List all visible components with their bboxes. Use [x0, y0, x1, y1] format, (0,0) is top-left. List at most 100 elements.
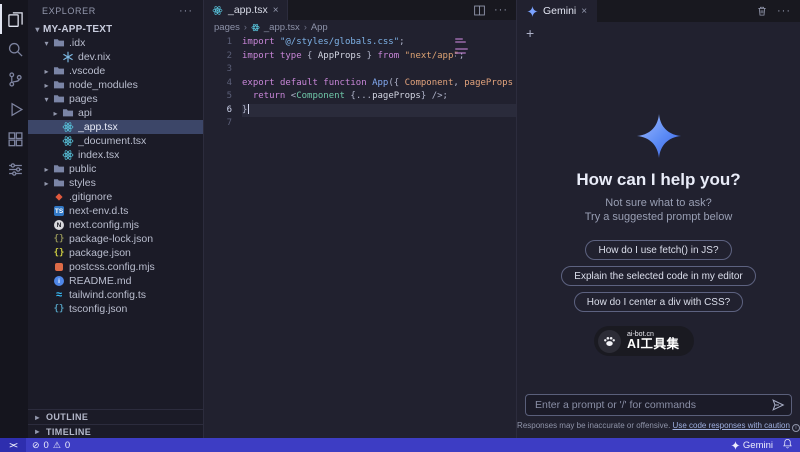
- code-line[interactable]: [242, 63, 516, 77]
- extensions-icon[interactable]: [0, 124, 28, 154]
- send-icon[interactable]: [771, 398, 785, 412]
- tree-item-label: .vscode: [69, 65, 105, 77]
- code-line[interactable]: }: [242, 104, 516, 118]
- tree-item-styles[interactable]: ▸styles: [28, 176, 203, 190]
- outline-section[interactable]: ▸ OUTLINE: [28, 410, 203, 424]
- code-line[interactable]: import type { AppProps } from "next/app"…: [242, 50, 516, 64]
- split-editor-icon[interactable]: [473, 4, 486, 17]
- prompt-input[interactable]: [525, 394, 792, 416]
- breadcrumb[interactable]: pages › _app.tsx › App: [204, 20, 516, 34]
- tree-item-my-app-text[interactable]: ▾MY-APP-TEXT: [28, 22, 203, 36]
- info-icon: i: [52, 276, 66, 286]
- nix-icon: [61, 51, 75, 63]
- tree-item-package-lock-json[interactable]: {}package-lock.json: [28, 232, 203, 246]
- warning-icon: ⚠: [53, 440, 61, 451]
- folder-icon: [52, 177, 66, 189]
- tree-item-next-config-mjs[interactable]: Nnext.config.mjs: [28, 218, 203, 232]
- chevron-right-icon: ›: [304, 22, 307, 32]
- breadcrumb-symbol[interactable]: App: [311, 22, 328, 33]
- gemini-status-item[interactable]: Gemini: [731, 440, 773, 451]
- code-editor[interactable]: 1234567 import "@/styles/globals.css";im…: [204, 34, 516, 438]
- gemini-spark-icon: [527, 6, 538, 17]
- trash-icon[interactable]: [756, 5, 768, 17]
- tree-item-public[interactable]: ▸public: [28, 162, 203, 176]
- close-icon[interactable]: ×: [273, 5, 279, 16]
- explorer-more-icon[interactable]: ···: [179, 5, 193, 17]
- line-number: 2: [204, 50, 232, 64]
- git-icon: [52, 191, 66, 203]
- breadcrumb-file[interactable]: _app.tsx: [264, 22, 300, 33]
- search-icon[interactable]: [0, 34, 28, 64]
- ts-icon: TS: [52, 206, 66, 216]
- tree-item-tailwind-config-ts[interactable]: ≈tailwind.config.ts: [28, 288, 203, 302]
- line-number: 5: [204, 90, 232, 104]
- problems-indicator[interactable]: ⊘ 0 ⚠ 0: [26, 440, 70, 451]
- run-debug-icon[interactable]: [0, 94, 28, 124]
- explorer-header: EXPLORER ···: [28, 0, 203, 22]
- tree-item-label: api: [78, 107, 92, 119]
- code-line[interactable]: import "@/styles/globals.css";: [242, 36, 516, 50]
- json-dim-icon: {}: [52, 234, 66, 244]
- remote-indicator[interactable]: ><: [0, 438, 26, 452]
- suggested-prompt-chip[interactable]: How do I center a div with CSS?: [574, 292, 743, 312]
- source-control-icon[interactable]: [0, 64, 28, 94]
- tree-item-dev-nix[interactable]: dev.nix: [28, 50, 203, 64]
- code-line[interactable]: export default function App({ Component,…: [242, 77, 516, 91]
- tab-gemini[interactable]: Gemini ×: [517, 0, 597, 22]
- chevron-down-icon: ▾: [41, 39, 52, 48]
- folder-icon: [52, 37, 66, 49]
- tree-item-index-tsx[interactable]: index.tsx: [28, 148, 203, 162]
- chevron-down-icon: ▾: [32, 25, 43, 34]
- gemini-tab-bar: Gemini × ···: [517, 0, 800, 22]
- chevron-right-icon: ▸: [41, 165, 52, 174]
- suggested-prompt-chip[interactable]: Explain the selected code in my editor: [561, 266, 755, 286]
- tree-item-label: tailwind.config.ts: [69, 289, 146, 301]
- gemini-subtext-line2: Try a suggested prompt below: [585, 211, 733, 223]
- editor-more-icon[interactable]: ···: [494, 4, 508, 16]
- tree-item--gitignore[interactable]: .gitignore: [28, 190, 203, 204]
- tune-icon[interactable]: [0, 154, 28, 184]
- tree-item-label: next.config.mjs: [69, 219, 139, 231]
- tree-item-label: package.json: [69, 247, 131, 259]
- tree-item-label: _app.tsx: [78, 121, 118, 133]
- gemini-status-label: Gemini: [743, 440, 773, 451]
- status-bar: >< ⊘ 0 ⚠ 0 Gemini: [0, 438, 800, 452]
- tree-item--app-tsx[interactable]: _app.tsx: [28, 120, 203, 134]
- next-icon: N: [52, 220, 66, 230]
- tree-item-next-env-d-ts[interactable]: TSnext-env.d.ts: [28, 204, 203, 218]
- gemini-tab-label: Gemini: [543, 5, 576, 17]
- tree-item--vscode[interactable]: ▸.vscode: [28, 64, 203, 78]
- close-icon[interactable]: ×: [581, 6, 587, 17]
- tree-item-api[interactable]: ▸api: [28, 106, 203, 120]
- tree-item-label: postcss.config.mjs: [69, 261, 155, 273]
- gemini-disclaimer: Responses may be inaccurate or offensive…: [517, 421, 800, 435]
- tree-item-label: README.md: [69, 275, 131, 287]
- folder-icon: [52, 79, 66, 91]
- notifications-bell-icon[interactable]: [782, 438, 793, 452]
- tree-item-pages[interactable]: ▾pages: [28, 92, 203, 106]
- code-content[interactable]: import "@/styles/globals.css";import typ…: [242, 36, 516, 438]
- code-line[interactable]: return <Component {...pageProps} />;: [242, 90, 516, 104]
- folder-icon: [52, 163, 66, 175]
- code-line[interactable]: [242, 117, 516, 131]
- tree-item--idx[interactable]: ▾.idx: [28, 36, 203, 50]
- tab-app-tsx[interactable]: _app.tsx ×: [204, 0, 288, 20]
- new-chat-button[interactable]: +: [526, 26, 534, 40]
- tree-item-package-json[interactable]: {}package.json: [28, 246, 203, 260]
- tree-item-tsconfig-json[interactable]: {}tsconfig.json: [28, 302, 203, 316]
- breadcrumb-pages[interactable]: pages: [214, 22, 240, 33]
- gemini-more-icon[interactable]: ···: [777, 5, 791, 17]
- chevron-right-icon: ▸: [32, 427, 43, 436]
- timeline-section[interactable]: ▸ TIMELINE: [28, 424, 203, 438]
- tree-item-postcss-config-mjs[interactable]: postcss.config.mjs: [28, 260, 203, 274]
- suggested-prompts: How do I use fetch() in JS? Explain the s…: [561, 240, 755, 312]
- minimap[interactable]: [455, 38, 468, 62]
- tree-item-readme-md[interactable]: iREADME.md: [28, 274, 203, 288]
- suggested-prompt-chip[interactable]: How do I use fetch() in JS?: [585, 240, 731, 260]
- chevron-right-icon: ▸: [41, 179, 52, 188]
- explorer-icon[interactable]: [0, 4, 28, 34]
- tree-item-node-modules[interactable]: ▸node_modules: [28, 78, 203, 92]
- disclaimer-link[interactable]: Use code responses with caution: [673, 421, 790, 430]
- error-count: 0: [44, 440, 49, 451]
- tree-item--document-tsx[interactable]: _document.tsx: [28, 134, 203, 148]
